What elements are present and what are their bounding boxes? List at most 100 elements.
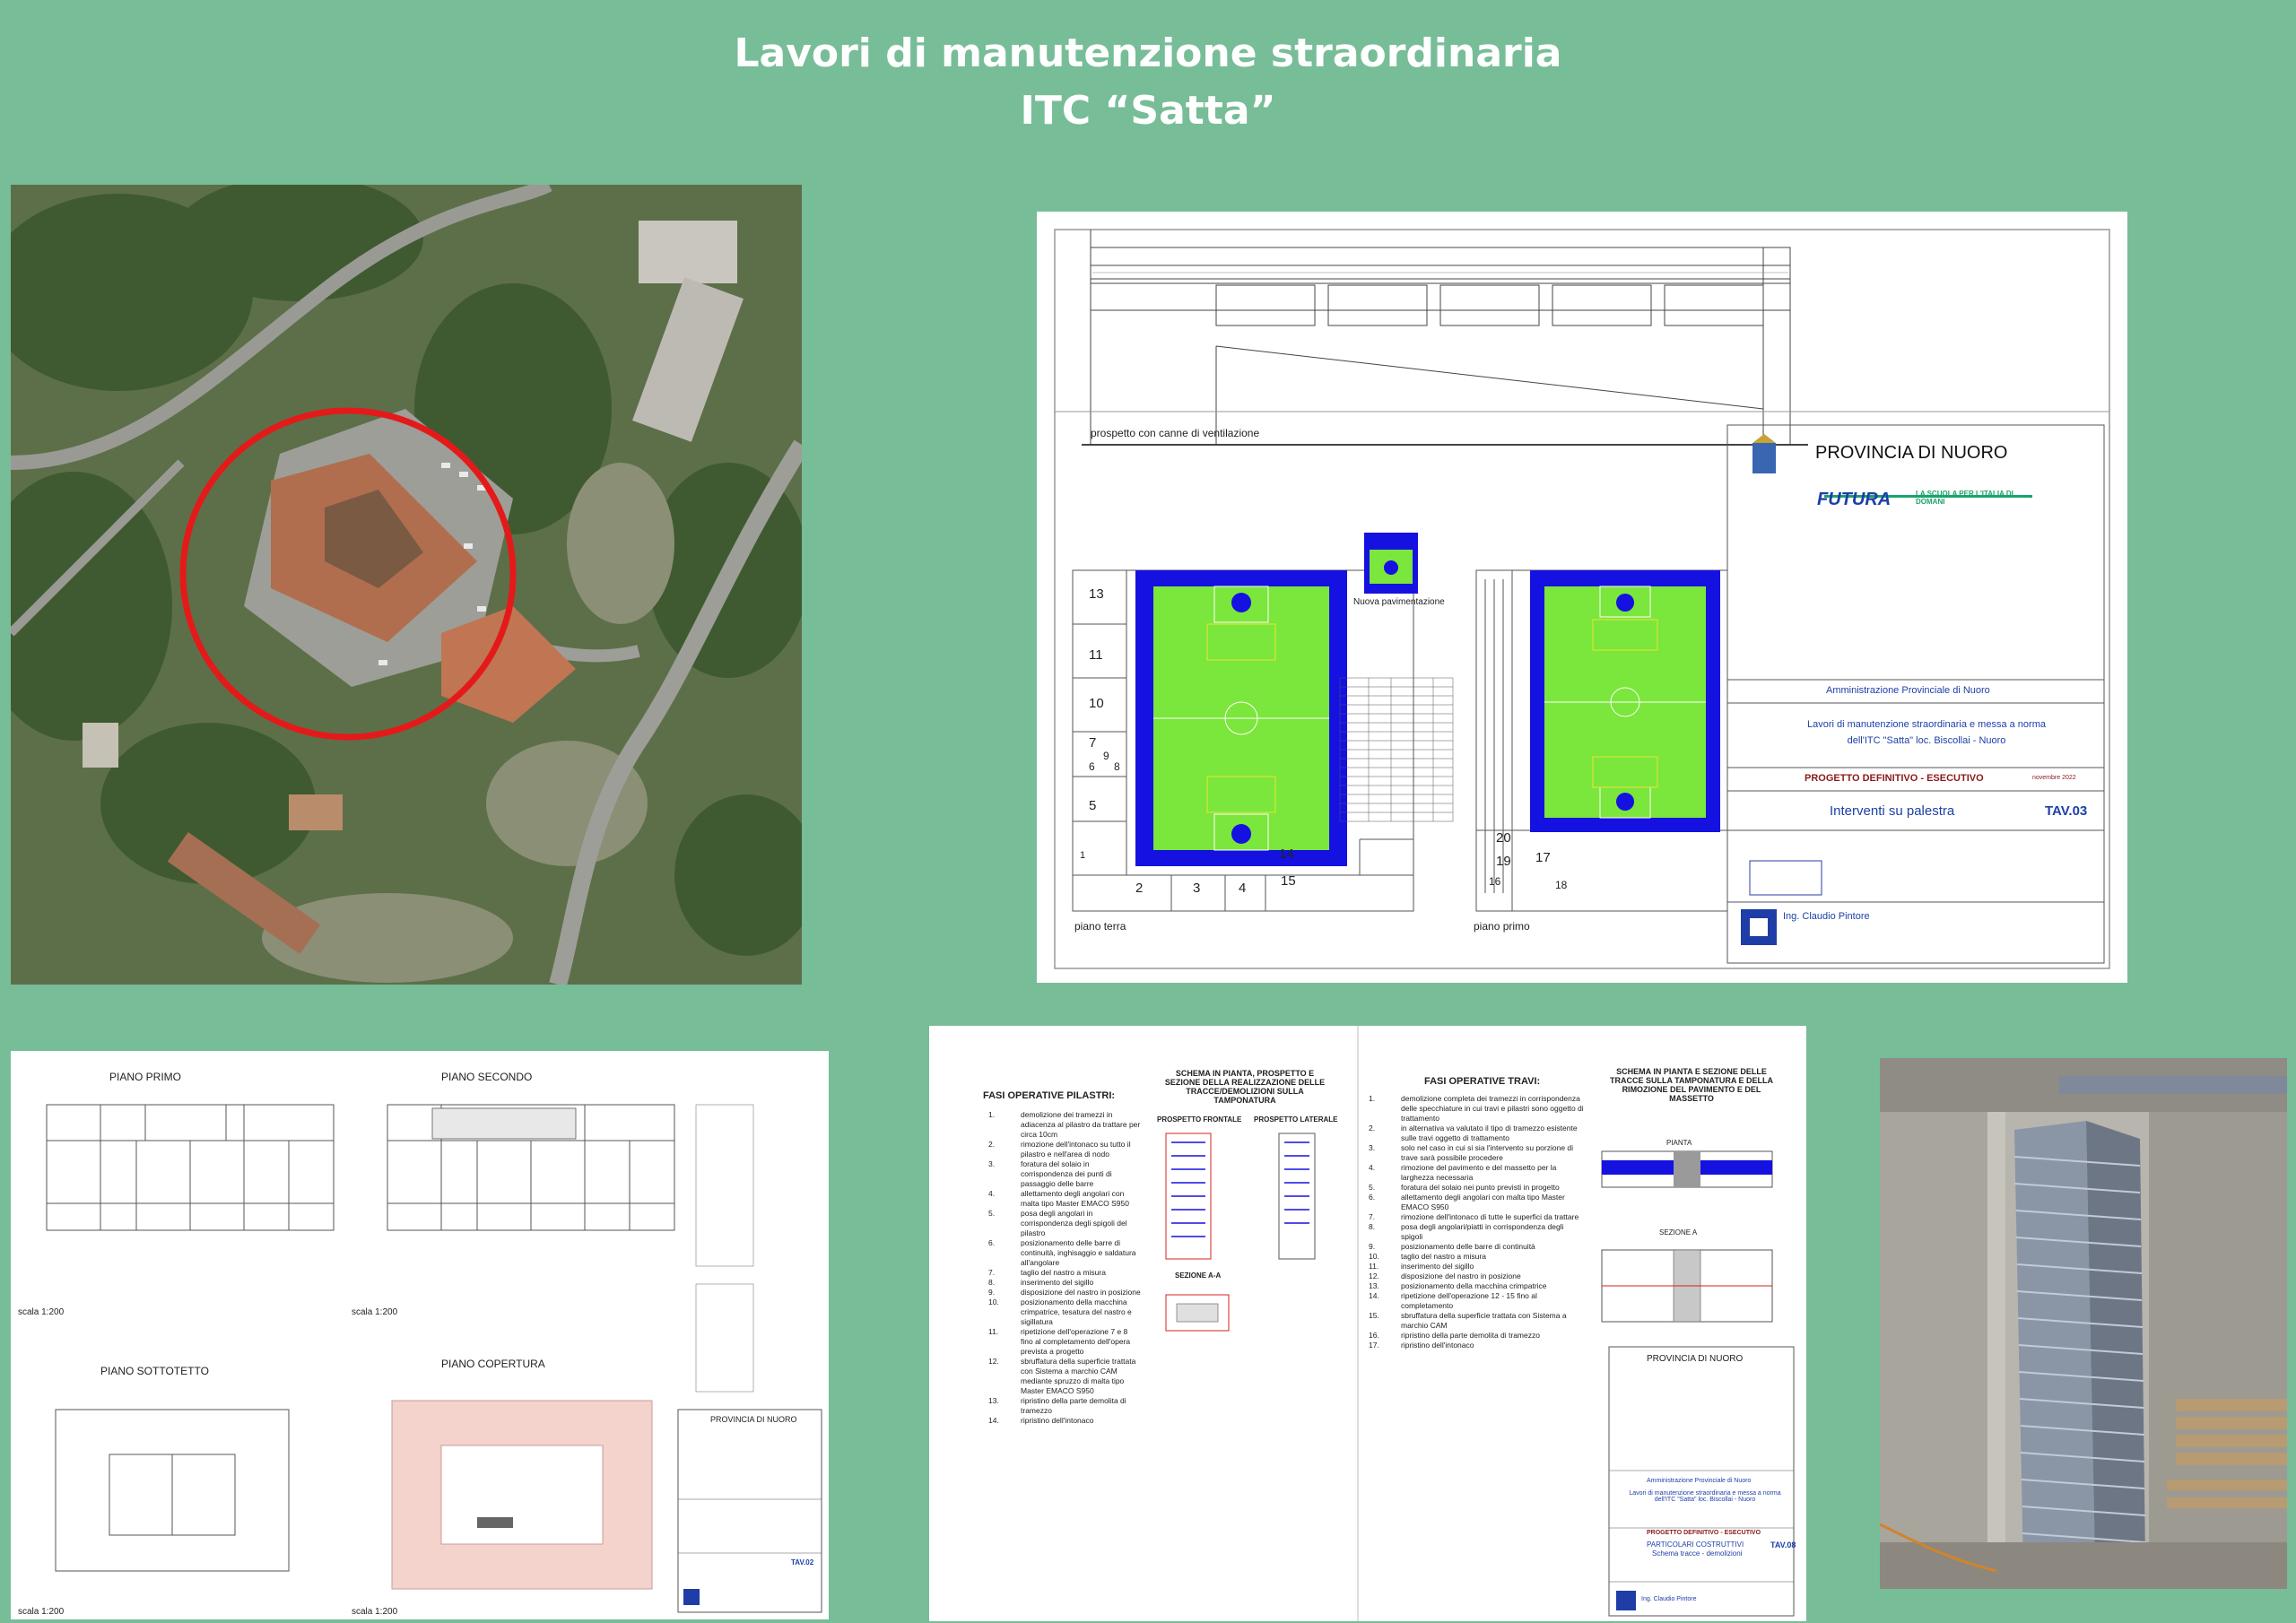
step-text: in alternativa va valutato il tipo di tr…	[1401, 1124, 1578, 1142]
tb-studio: Ing. Claudio Pintore	[1641, 1596, 1697, 1602]
legend-label: Nuova pavimentazione	[1353, 597, 1445, 607]
step-number: 5.	[988, 1209, 996, 1218]
room-number: 16	[1489, 875, 1501, 888]
slide-title-line2: ITC “Satta”	[1020, 88, 1276, 134]
aerial-photo	[11, 185, 802, 985]
step-text: posizionamento della macchina crimpatric…	[1021, 1298, 1132, 1326]
label-scala: scala 1:200	[352, 1307, 398, 1317]
step-text: ripristino della parte demolita di trame…	[1021, 1396, 1126, 1415]
room-number: 2	[1135, 881, 1144, 896]
step-item: 5. foratura del solaio nei punto previsti…	[1369, 1183, 1584, 1193]
step-number: 2.	[988, 1140, 996, 1149]
tb-ente: PROVINCIA DI NUORO	[710, 1415, 797, 1424]
room-number: 19	[1496, 854, 1511, 869]
step-text: rimozione dell'intonaco di tutte le supe…	[1401, 1212, 1579, 1221]
sezione-aa: SEZIONE A-A	[1175, 1271, 1222, 1280]
step-number: 9.	[1369, 1242, 1376, 1251]
step-item: 5. posa degli angolari in corrispondenza …	[988, 1209, 1141, 1238]
step-item: 1. demolizione completa dei tramezzi in c…	[1369, 1094, 1584, 1124]
step-text: sbruffatura della superficie trattata co…	[1401, 1311, 1567, 1330]
step-number: 1.	[988, 1110, 996, 1119]
step-number: 12.	[1369, 1271, 1379, 1280]
step-text: ripetizione dell'operazione 7 e 8 fino a…	[1021, 1327, 1131, 1356]
step-item: 10. taglio del nastro a misura	[1369, 1252, 1584, 1262]
sheet-piante: PIANO PRIMO PIANO SECONDO scala 1:200 sc…	[11, 1051, 829, 1619]
step-number: 15.	[1369, 1311, 1379, 1320]
step-number: 14.	[1369, 1291, 1379, 1300]
room-number: 18	[1555, 879, 1568, 891]
room-number: 15	[1281, 873, 1296, 889]
sheet-fasi: FASI OPERATIVE PILASTRI: 1. demolizione d…	[929, 1026, 1806, 1621]
sheet-palestra: prospetto con canne di ventilazione Nuov…	[1037, 212, 2127, 983]
step-text: ripristino dell'intonaco	[1021, 1416, 1094, 1425]
pilastri-list: 1. demolizione dei tramezzi in adiacenza …	[988, 1110, 1141, 1426]
step-number: 3.	[988, 1159, 996, 1168]
room-number: 1	[1080, 850, 1086, 861]
step-number: 13.	[988, 1396, 999, 1405]
step-text: rimozione del pavimento e del massetto p…	[1401, 1163, 1557, 1182]
step-number: 8.	[1369, 1222, 1376, 1231]
room-number: 5	[1089, 798, 1097, 813]
travi-heading: FASI OPERATIVE TRAVI:	[1424, 1076, 1541, 1087]
step-item: 11. ripetizione dell'operazione 7 e 8 fin…	[988, 1327, 1141, 1357]
step-item: 4. allettamento degli angolari con malta …	[988, 1189, 1141, 1209]
step-item: 11. inserimento del sigillo	[1369, 1262, 1584, 1271]
step-item: 13. ripristino della parte demolita di tr…	[988, 1396, 1141, 1416]
step-text: foratura del solaio nei punto previsti i…	[1401, 1183, 1560, 1192]
step-number: 6.	[988, 1238, 996, 1247]
step-number: 10.	[988, 1298, 999, 1306]
tb-futura-tag: LA SCUOLA PER L'ITALIA DI DOMANI	[1916, 490, 2013, 506]
room-number: 9	[1103, 750, 1109, 762]
step-text: inserimento del sigillo	[1021, 1278, 1094, 1287]
label-sezione-a: SEZIONE A	[1659, 1228, 1698, 1237]
tb-tavola: TAV.03	[2045, 803, 2088, 819]
step-item: 8. inserimento del sigillo	[988, 1278, 1141, 1288]
schema-pilastri-title: SCHEMA IN PIANTA, PROSPETTO E SEZIONE DE…	[1164, 1069, 1326, 1105]
step-number: 2.	[1369, 1124, 1376, 1133]
label-scala: scala 1:200	[18, 1607, 65, 1617]
tb-allegato: Interventi su palestra	[1830, 803, 1955, 819]
travi-list: 1. demolizione completa dei tramezzi in c…	[1369, 1094, 1584, 1350]
room-number: 8	[1114, 760, 1120, 773]
step-item: 17. ripristino dell'intonaco	[1369, 1341, 1584, 1350]
step-item: 9. posizionamento delle barre di continui…	[1369, 1242, 1584, 1252]
step-text: ripetizione dell'operazione 12 - 15 fino…	[1401, 1291, 1537, 1310]
label-piano-sottotetto: PIANO SOTTOTETTO	[100, 1365, 209, 1377]
plan-left-label: piano terra	[1074, 920, 1126, 933]
step-item: 3. foratura del solaio in corrispondenza …	[988, 1159, 1141, 1189]
room-number: 13	[1089, 586, 1104, 602]
tb-ente: PROVINCIA DI NUORO	[1647, 1354, 1744, 1364]
tb-futura: FUTURA	[1817, 490, 1892, 509]
step-text: allettamento degli angolari con malta ti…	[1021, 1189, 1129, 1208]
tb-fase: PROGETTO DEFINITIVO - ESECUTIVO	[1647, 1530, 1761, 1536]
sheet-palestra-drawing	[1054, 229, 2110, 969]
tb-progetto-2: dell'ITC "Satta" loc. Biscollai - Nuoro	[1847, 735, 2006, 746]
step-number: 5.	[1369, 1183, 1376, 1192]
tb-data: novembre 2022	[2032, 775, 2076, 781]
room-number: 7	[1089, 735, 1097, 751]
tb-committente: Amministrazione Provinciale di Nuoro	[1826, 685, 1990, 696]
step-number: 16.	[1369, 1331, 1379, 1340]
step-text: inserimento del sigillo	[1401, 1262, 1474, 1271]
step-text: posa degli angolari in corrispondenza de…	[1021, 1209, 1127, 1237]
step-text: taglio del nastro a misura	[1021, 1268, 1106, 1277]
step-number: 14.	[988, 1416, 999, 1425]
tb-tavola: TAV.08	[1770, 1541, 1796, 1549]
tb-progetto: Lavori di manutenzione straordinaria e m…	[1629, 1490, 1781, 1503]
tb-particolari: PARTICOLARI COSTRUTTIVI	[1647, 1541, 1744, 1549]
step-item: 6. allettamento degli angolari con malta …	[1369, 1193, 1584, 1212]
step-text: taglio del nastro a misura	[1401, 1252, 1486, 1261]
step-item: 3. solo nel caso in cui si sia l'interven…	[1369, 1143, 1584, 1163]
step-number: 6.	[1369, 1193, 1376, 1202]
step-number: 3.	[1369, 1143, 1376, 1152]
room-number: 20	[1496, 830, 1511, 846]
room-number: 3	[1193, 881, 1201, 896]
room-number: 6	[1089, 760, 1095, 773]
plan-right-label: piano primo	[1474, 920, 1530, 933]
step-item: 7. rimozione dell'intonaco di tutte le su…	[1369, 1212, 1584, 1222]
schema-travi-title: SCHEMA IN PIANTA E SEZIONE DELLE TRACCE …	[1610, 1067, 1773, 1103]
step-text: demolizione completa dei tramezzi in cor…	[1401, 1094, 1584, 1123]
step-text: disposizione del nastro in posizione	[1401, 1271, 1521, 1280]
label-piano-secondo: PIANO SECONDO	[441, 1071, 533, 1083]
step-text: solo nel caso in cui si sia l'intervento…	[1401, 1143, 1574, 1162]
